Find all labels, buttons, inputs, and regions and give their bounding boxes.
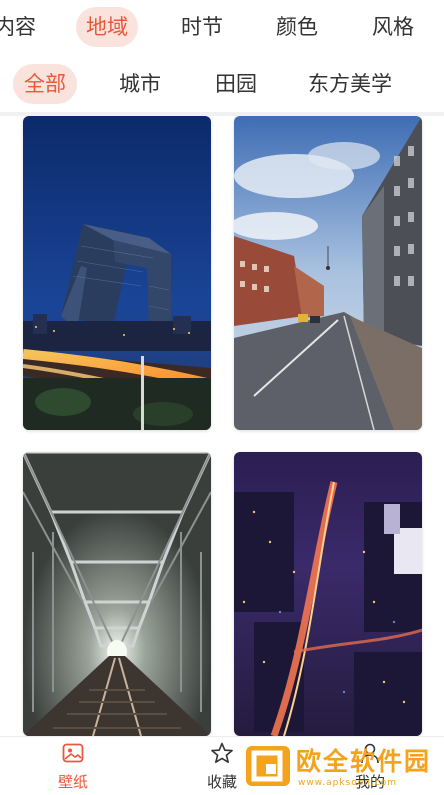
subcategory-tabs: 全部 城市 田园 东方美学 — [0, 58, 444, 110]
wallpaper-card-city-aerial-night[interactable] — [234, 452, 422, 736]
tab-region[interactable]: 地域 — [76, 7, 138, 47]
wallpaper-image — [234, 452, 422, 736]
tab-wallpaper-label: 壁纸 — [57, 773, 88, 791]
wallpaper-card-steel-bridge[interactable] — [23, 452, 211, 736]
wallpaper-card-cctv-tower[interactable] — [23, 116, 211, 430]
wallpaper-image — [234, 116, 422, 430]
tab-season[interactable]: 时节 — [181, 7, 223, 47]
wallpaper-card-european-street[interactable] — [234, 116, 422, 430]
tab-wallpaper[interactable]: 壁纸 — [38, 741, 108, 792]
wallpaper-grid — [0, 116, 444, 736]
wallpaper-image — [23, 116, 211, 430]
watermark-text: 欧全软件园 — [296, 747, 432, 776]
image-icon — [38, 741, 108, 765]
tab-style[interactable]: 风格 — [372, 7, 414, 47]
subtab-all[interactable]: 全部 — [13, 64, 77, 104]
wallpaper-image — [23, 452, 211, 736]
tab-color[interactable]: 颜色 — [276, 7, 318, 47]
category-tabs: 内容 地域 时节 颜色 风格 — [0, 0, 444, 54]
subtab-countryside[interactable]: 田园 — [215, 64, 257, 104]
subtab-oriental-aesthetics[interactable]: 东方美学 — [308, 64, 392, 104]
tab-content[interactable]: 内容 — [0, 7, 36, 47]
watermark-subtext: www.apksoon.com — [298, 778, 398, 788]
subtab-city[interactable]: 城市 — [119, 64, 161, 104]
watermark: 欧全软件园 www.apksoon.com — [246, 742, 440, 790]
watermark-logo-icon — [246, 746, 290, 786]
